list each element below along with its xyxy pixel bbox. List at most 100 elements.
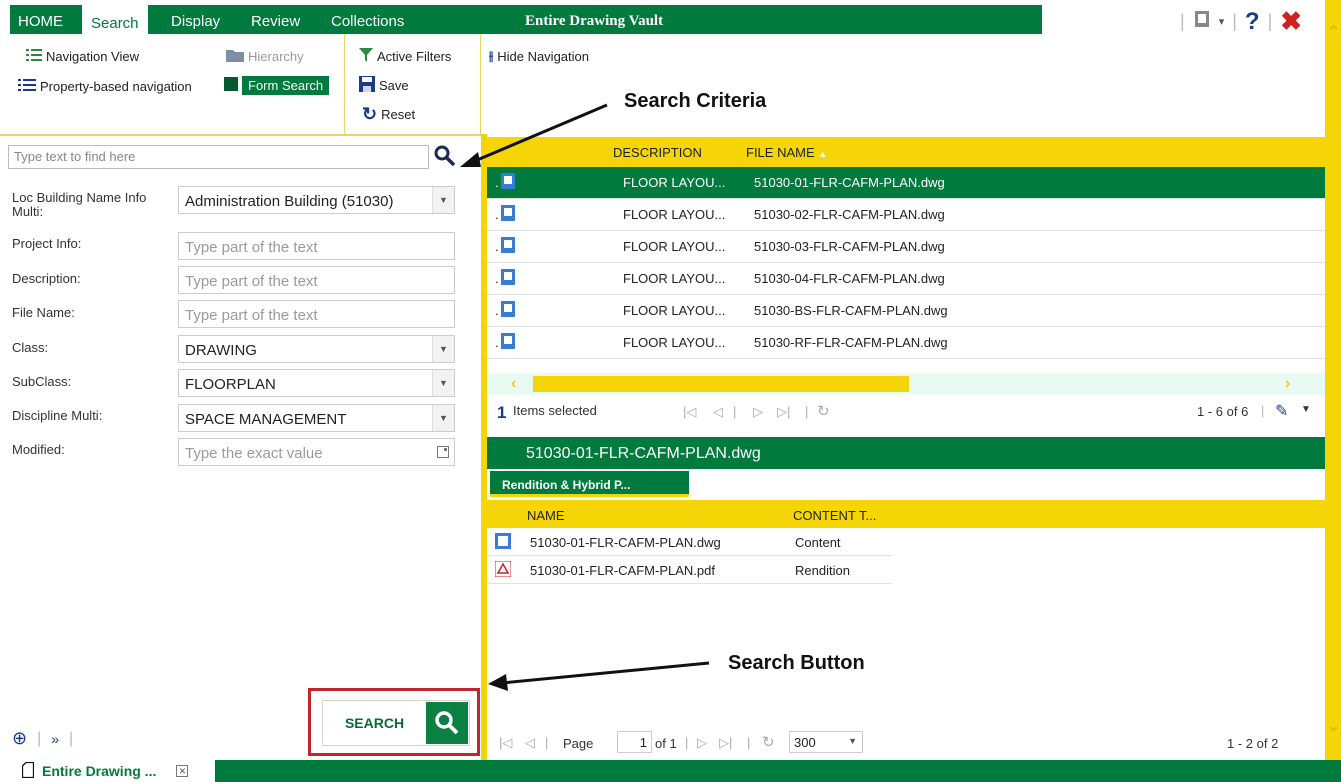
chevron-down-icon[interactable]: ▼	[432, 336, 454, 362]
detail-range: 1 - 2 of 2	[1227, 736, 1279, 751]
discipline-label: Discipline Multi:	[12, 408, 103, 423]
close-icon[interactable]: ✖	[1280, 6, 1302, 37]
separator: |	[747, 735, 751, 750]
project-info-field[interactable]: Type part of the text	[178, 232, 455, 260]
first-page-icon[interactable]: |◁	[683, 404, 696, 420]
discipline-select[interactable]: SPACE MANAGEMENT ▼	[178, 404, 455, 432]
chevron-down-icon[interactable]: ▼	[432, 370, 454, 396]
next-page-icon[interactable]: ▷	[697, 735, 707, 751]
form-icon	[224, 77, 238, 94]
prev-page-icon[interactable]: ◁	[713, 404, 723, 420]
search-button-label: SEARCH	[344, 715, 405, 731]
vault-tab[interactable]: Entire Drawing ... ✕	[0, 760, 215, 782]
prev-page-icon[interactable]: ◁	[525, 735, 535, 751]
top-right-controls: | ▾ | ? | ✖	[1180, 6, 1302, 37]
description-column-header[interactable]: DESCRIPTION	[613, 145, 702, 160]
table-row[interactable]: . FLOOR LAYOU... 51030-BS-FLR-CAFM-PLAN.…	[487, 295, 1325, 327]
search-button[interactable]: SEARCH	[322, 700, 470, 746]
user-icon[interactable]	[1193, 9, 1211, 35]
list-item[interactable]: 51030-01-FLR-CAFM-PLAN.dwg Content	[487, 528, 892, 556]
tab-review[interactable]: Review	[251, 13, 300, 30]
list-icon	[18, 78, 36, 95]
left-bottom-tools: ⊕ | » |	[12, 728, 73, 749]
refresh-icon[interactable]: ↻	[762, 733, 775, 751]
hierarchy-label: Hierarchy	[248, 49, 304, 64]
tab-home[interactable]: HOME	[18, 13, 63, 30]
reset-button[interactable]: ↻ Reset	[362, 104, 415, 125]
document-icon	[21, 761, 35, 781]
navigation-view-label: Navigation View	[46, 49, 139, 64]
next-page-icon[interactable]: ▷	[753, 404, 763, 420]
row-description: FLOOR LAYOU...	[623, 271, 726, 286]
chevron-up-icon[interactable]: ⌃	[1327, 22, 1340, 42]
modified-field[interactable]: Type the exact value	[178, 438, 455, 466]
page-label: Page	[563, 736, 594, 751]
collapse-panel-icon: ⫲	[489, 48, 494, 63]
row-description: FLOOR LAYOU...	[623, 335, 726, 350]
sort-up-icon: ▲	[818, 149, 828, 159]
class-select[interactable]: DRAWING ▼	[178, 335, 455, 363]
expand-icon[interactable]: »	[51, 731, 59, 747]
scrollbar-thumb[interactable]	[533, 376, 909, 392]
description-field[interactable]: Type part of the text	[178, 266, 455, 294]
table-row[interactable]: . FLOOR LAYOU... 51030-RF-FLR-CAFM-PLAN.…	[487, 327, 1325, 359]
chevron-down-icon[interactable]: ▼	[432, 405, 454, 431]
pencil-icon[interactable]: ✎	[1275, 401, 1288, 421]
last-page-icon[interactable]: ▷|	[777, 404, 790, 420]
chevron-down-icon[interactable]: ▼	[1301, 404, 1311, 415]
help-icon[interactable]: ?	[1245, 8, 1260, 36]
search-form-panel: Type text to find here Loc Building Name…	[0, 134, 481, 760]
chevron-down-icon[interactable]: ⌄	[1327, 716, 1340, 736]
chevron-left-icon[interactable]: ‹	[511, 375, 516, 393]
table-row[interactable]: . FLOOR LAYOU... 51030-02-FLR-CAFM-PLAN.…	[487, 199, 1325, 231]
rendition-type: Rendition	[795, 563, 850, 578]
loc-building-select[interactable]: Administration Building (51030) ▼	[178, 186, 455, 214]
annotation-arrow	[460, 103, 608, 167]
table-row[interactable]: . FLOOR LAYOU... 51030-04-FLR-CAFM-PLAN.…	[487, 263, 1325, 295]
separator: |	[733, 404, 737, 419]
pdf-file-icon	[494, 560, 512, 580]
close-icon[interactable]: ✕	[176, 765, 189, 777]
vault-tab-label: Entire Drawing ...	[42, 763, 157, 779]
form-search-button[interactable]: Form Search	[224, 76, 330, 95]
chevron-down-icon[interactable]: ▼	[432, 187, 454, 213]
chevron-right-icon[interactable]: ›	[1285, 375, 1290, 393]
tab-display[interactable]: Display	[171, 13, 220, 30]
content-type-column-header[interactable]: CONTENT T...	[793, 508, 876, 523]
chevron-down-icon: ▼	[848, 736, 857, 746]
page-size-select[interactable]: 300 ▼	[789, 731, 863, 753]
dwg-file-icon	[501, 301, 515, 320]
tab-rendition-hybrid[interactable]: Rendition & Hybrid P...	[490, 471, 689, 497]
navigation-view-button[interactable]: Navigation View	[26, 48, 139, 65]
property-nav-button[interactable]: Property-based navigation	[18, 78, 192, 95]
page-number-input[interactable]: 1	[617, 731, 652, 753]
table-row[interactable]: . FLOOR LAYOU... 51030-03-FLR-CAFM-PLAN.…	[487, 231, 1325, 263]
hide-navigation-label: Hide Navigation	[497, 48, 589, 64]
first-page-icon[interactable]: |◁	[499, 735, 512, 751]
refresh-icon[interactable]: ↻	[817, 402, 830, 420]
loc-building-value: Administration Building (51030)	[185, 193, 394, 210]
folder-icon	[226, 48, 244, 65]
hide-navigation-button[interactable]: ⫲ Hide Navigation	[489, 48, 589, 64]
separator: |	[1267, 11, 1273, 31]
calendar-icon[interactable]	[432, 439, 454, 465]
subclass-select[interactable]: FLOORPLAN ▼	[178, 369, 455, 397]
list-item[interactable]: 51030-01-FLR-CAFM-PLAN.pdf Rendition	[487, 556, 892, 584]
tab-collections[interactable]: Collections	[331, 13, 404, 30]
right-scroll-rail[interactable]: ⌃ ⌄	[1325, 0, 1341, 760]
active-filters-button[interactable]: Active Filters	[359, 48, 451, 65]
search-input[interactable]: Type text to find here	[8, 145, 429, 169]
add-circle-icon[interactable]: ⊕	[12, 728, 27, 749]
name-column-header[interactable]: NAME	[527, 508, 565, 523]
horizontal-scrollbar[interactable]: ‹ ›	[487, 373, 1325, 395]
save-button[interactable]: Save	[359, 76, 409, 95]
row-file-name: 51030-03-FLR-CAFM-PLAN.dwg	[754, 239, 945, 254]
separator: |	[685, 735, 689, 750]
file-name-column-header[interactable]: FILE NAME ▲	[746, 145, 827, 160]
file-name-field[interactable]: Type part of the text	[178, 300, 455, 328]
chevron-down-icon[interactable]: ▾	[1219, 15, 1225, 28]
row-file-name: 51030-BS-FLR-CAFM-PLAN.dwg	[754, 303, 948, 318]
last-page-icon[interactable]: ▷|	[719, 735, 732, 751]
hierarchy-button[interactable]: Hierarchy	[226, 48, 304, 65]
modified-label: Modified:	[12, 442, 65, 457]
